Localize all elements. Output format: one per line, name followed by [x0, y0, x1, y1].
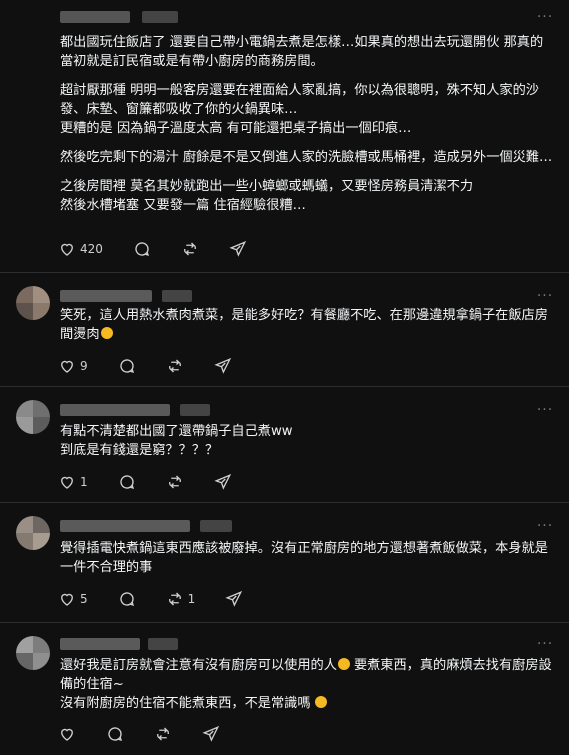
post-actions: 420 [58, 237, 277, 261]
timestamp-blurred [148, 638, 178, 650]
repost-button[interactable]: 1 [166, 590, 196, 608]
heart-outline-icon [58, 473, 76, 491]
timestamp-blurred [200, 520, 232, 532]
post-paragraph: 然後吃完剩下的湯汁 廚餘是不是又倒進人家的洗臉槽或馬桶裡，造成另外一個災難… [60, 150, 553, 165]
share-button[interactable] [214, 357, 232, 375]
comment-button[interactable] [118, 473, 136, 491]
avatar[interactable] [16, 400, 50, 434]
speech-bubble-icon [133, 240, 151, 258]
thread-post: ··· 覺得插電快煮鍋這東西應該被廢掉。沒有正常廚房的地方還想著煮飯做菜，本身就… [0, 502, 569, 620]
like-count: 1 [80, 475, 88, 489]
paper-plane-icon [214, 357, 232, 375]
repost-arrows-icon [154, 725, 172, 743]
paper-plane-icon [202, 725, 220, 743]
thread-post: ··· 有點不清楚都出國了還帶鍋子自己煮ww 到底是有錢還是窮？？？？ 1 [0, 386, 569, 500]
laughing-emoji-icon [100, 327, 113, 339]
thread-post: ··· 笑死，這人用熱水煮肉煮菜，是能多好吃？有餐廳不吃、在那邊違規拿鍋子在飯店… [0, 272, 569, 384]
post-body: 覺得插電快煮鍋這東西應該被廢掉。沒有正常廚房的地方還想著煮飯做菜，本身就是一件不… [60, 539, 554, 587]
more-options-button[interactable]: ··· [535, 288, 555, 304]
post-paragraph: 之後房間裡 莫名其妙就跑出一些小蟑螂或螞蟻，又要怪房務員清潔不力 然後水槽堵塞 … [60, 179, 474, 213]
heart-outline-icon [58, 357, 76, 375]
thinking-emoji-icon [314, 696, 327, 708]
post-actions: 5 1 [58, 587, 273, 611]
speech-bubble-icon [106, 725, 124, 743]
paper-plane-icon [225, 590, 243, 608]
more-options-button[interactable]: ··· [535, 636, 555, 652]
post-paragraph: 覺得插電快煮鍋這東西應該被廢掉。沒有正常廚房的地方還想著煮飯做菜，本身就是一件不… [60, 541, 548, 575]
like-button[interactable]: 420 [58, 240, 103, 258]
paper-plane-icon [229, 240, 247, 258]
repost-arrows-icon [166, 357, 184, 375]
username-blurred[interactable] [60, 404, 170, 416]
smiling-emoji-icon [337, 658, 350, 670]
like-button[interactable]: 9 [58, 357, 88, 375]
heart-outline-icon [58, 590, 76, 608]
comment-button[interactable] [118, 357, 136, 375]
repost-arrows-icon [166, 473, 184, 491]
post-paragraph: 沒有附廚房的住宿不能煮東西，不是常識嗎 [60, 694, 554, 713]
timestamp-blurred [180, 404, 210, 416]
username-blurred[interactable] [60, 638, 140, 650]
repost-count: 1 [187, 592, 196, 606]
username-blurred[interactable] [60, 11, 130, 23]
share-button[interactable] [202, 725, 220, 743]
paper-plane-icon [214, 473, 232, 491]
more-options-button[interactable]: ··· [535, 402, 555, 418]
like-count: 420 [80, 242, 103, 256]
post-actions: 1 [58, 470, 262, 494]
post-paragraph: 還好我是訂房就會注意有沒有廚房可以使用的人 要煮東西，真的麻煩去找有廚房設備的住宿… [60, 656, 554, 694]
post-paragraph: 都出國玩住飯店了 還要自己帶小電鍋去煮是怎樣…如果真的想出去玩還開伙 那真的當初… [60, 35, 544, 69]
comment-button[interactable] [133, 240, 151, 258]
timestamp-blurred [162, 290, 192, 302]
repost-button[interactable] [166, 473, 184, 491]
username-blurred[interactable] [60, 290, 152, 302]
thread-post: ··· 還好我是訂房就會注意有沒有廚房可以使用的人 要煮東西，真的麻煩去找有廚房設… [0, 622, 569, 755]
post-paragraph: 超討厭那種 明明一般客房還要在裡面給人家亂搞，你以為很聰明，殊不知人家的沙發、床… [60, 83, 539, 136]
timestamp-blurred [142, 11, 178, 23]
post-text: 沒有附廚房的住宿不能煮東西，不是常識嗎 [60, 696, 311, 711]
speech-bubble-icon [118, 473, 136, 491]
comment-button[interactable] [106, 725, 124, 743]
share-button[interactable] [225, 590, 243, 608]
heart-outline-icon [58, 725, 76, 743]
post-actions [58, 722, 250, 746]
like-count: 9 [80, 359, 88, 373]
like-button[interactable]: 1 [58, 473, 88, 491]
repost-arrows-icon [181, 240, 199, 258]
like-button[interactable] [58, 725, 76, 743]
post-body: 都出國玩住飯店了 還要自己帶小電鍋去煮是怎樣…如果真的想出去玩還開伙 那真的當初… [60, 33, 554, 225]
repost-button[interactable] [154, 725, 172, 743]
avatar[interactable] [16, 286, 50, 320]
share-button[interactable] [229, 240, 247, 258]
like-button[interactable]: 5 [58, 590, 88, 608]
post-body: 有點不清楚都出國了還帶鍋子自己煮ww 到底是有錢還是窮？？？？ [60, 422, 554, 470]
speech-bubble-icon [118, 357, 136, 375]
repost-button[interactable] [181, 240, 199, 258]
post-paragraph: 有點不清楚都出國了還帶鍋子自己煮ww 到底是有錢還是窮？？？？ [60, 424, 293, 458]
post-body: 笑死，這人用熱水煮肉煮菜，是能多好吃？有餐廳不吃、在那邊違規拿鍋子在飯店房間燙肉 [60, 306, 554, 354]
avatar[interactable] [16, 636, 50, 670]
comment-button[interactable] [118, 590, 136, 608]
post-text: 笑死，這人用熱水煮肉煮菜，是能多好吃？有餐廳不吃、在那邊違規拿鍋子在飯店房間燙肉 [60, 308, 548, 342]
post-body: 還好我是訂房就會注意有沒有廚房可以使用的人 要煮東西，真的麻煩去找有廚房設備的住宿… [60, 656, 554, 723]
post-paragraph: 笑死，這人用熱水煮肉煮菜，是能多好吃？有餐廳不吃、在那邊違規拿鍋子在飯店房間燙肉 [60, 306, 554, 344]
share-button[interactable] [214, 473, 232, 491]
more-options-button[interactable]: ··· [535, 9, 555, 25]
heart-outline-icon [58, 240, 76, 258]
repost-arrows-icon [166, 590, 184, 608]
thread-post: ··· 都出國玩住飯店了 還要自己帶小電鍋去煮是怎樣…如果真的想出去玩還開伙 那… [0, 0, 569, 270]
like-count: 5 [80, 592, 88, 606]
post-text: 還好我是訂房就會注意有沒有廚房可以使用的人 [60, 658, 337, 673]
username-blurred[interactable] [60, 520, 190, 532]
repost-button[interactable] [166, 357, 184, 375]
more-options-button[interactable]: ··· [535, 518, 555, 534]
post-actions: 9 [58, 354, 262, 378]
speech-bubble-icon [118, 590, 136, 608]
avatar[interactable] [16, 516, 50, 550]
